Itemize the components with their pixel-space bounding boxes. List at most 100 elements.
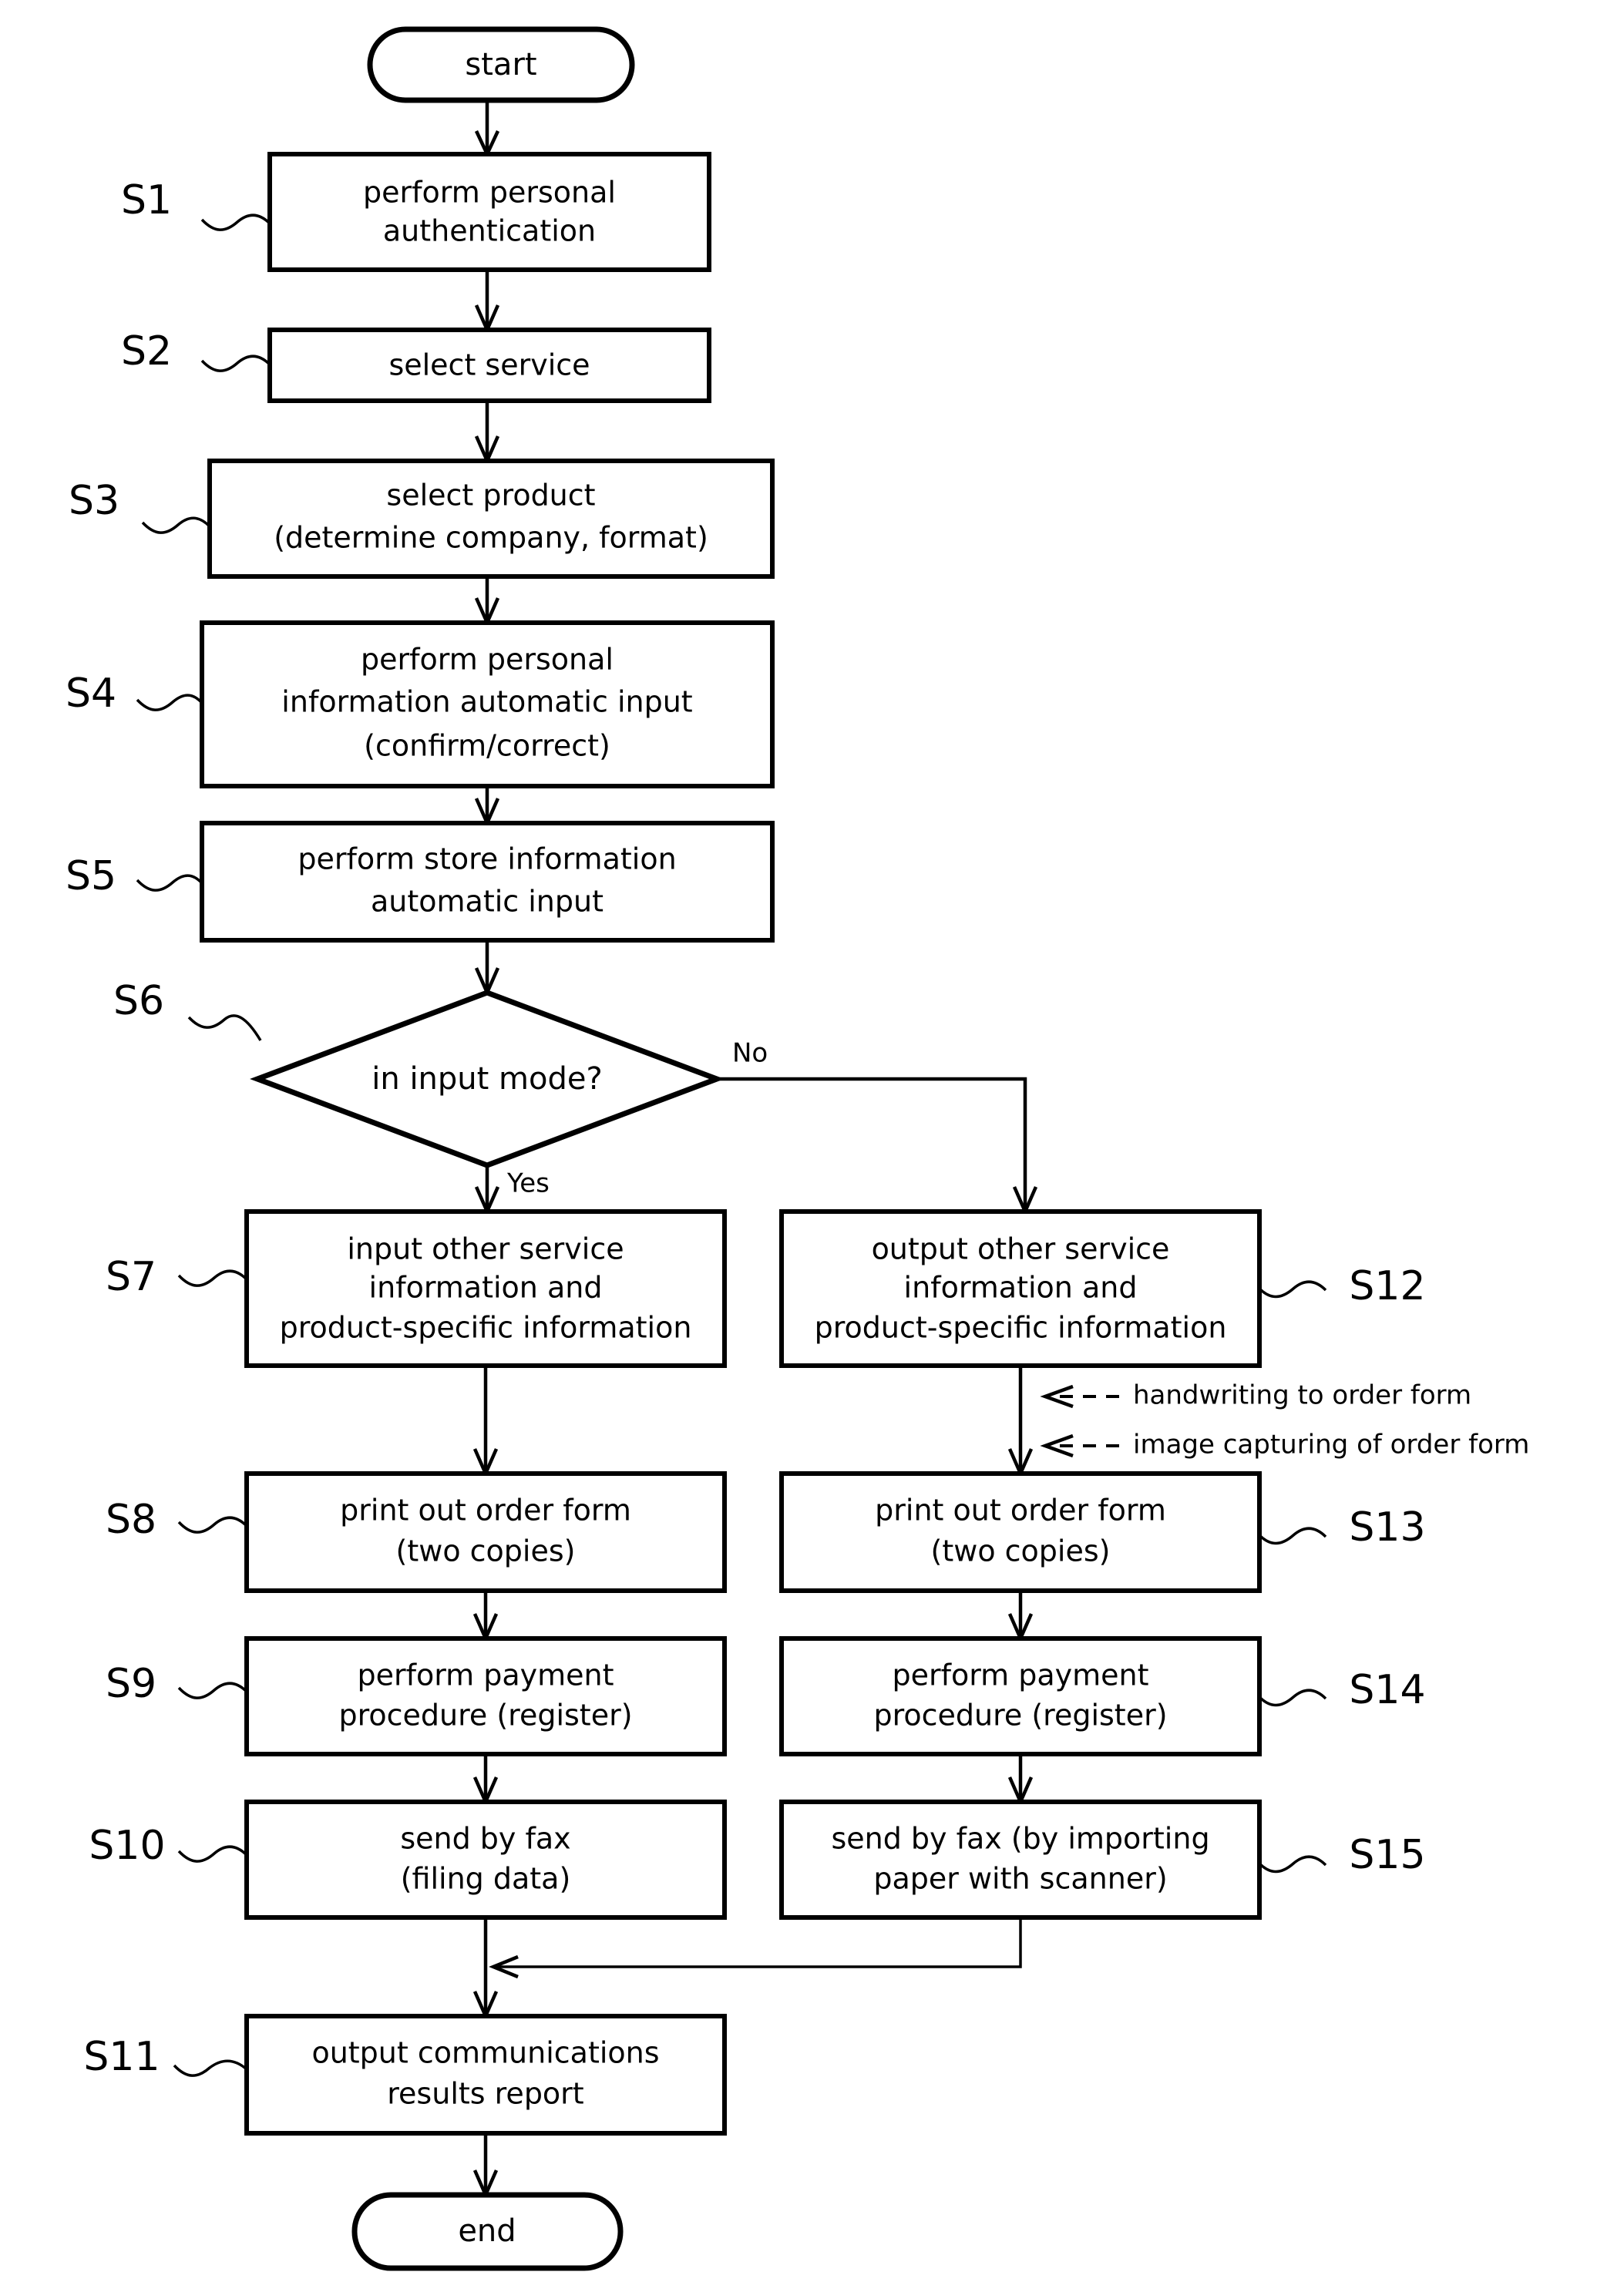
- s12-step-tag: S12: [1349, 1263, 1425, 1309]
- s3-squiggle-leader: [141, 516, 211, 534]
- connector-start-to-s1: [474, 100, 500, 159]
- s13-squiggle-leader: [1258, 1527, 1327, 1545]
- node-s3: select product (determine company, forma…: [69, 459, 775, 579]
- s13-line-1: (two copies): [931, 1534, 1111, 1568]
- s12-line-1: information and: [904, 1271, 1138, 1305]
- branch-label-no: No: [732, 1038, 768, 1069]
- s6-decision-label: in input mode?: [372, 1061, 602, 1097]
- s14-squiggle-leader: [1258, 1689, 1327, 1707]
- s5-line-1: automatic input: [371, 885, 604, 919]
- annotation-handwriting: handwriting to order form: [1040, 1380, 1471, 1411]
- s13-line-0: print out order form: [875, 1494, 1166, 1527]
- s10-line-0: send by fax: [400, 1822, 570, 1856]
- s9-line-1: procedure (register): [338, 1699, 632, 1733]
- s3-line-0: select product: [386, 479, 595, 513]
- node-s1: perform personal authentication S1: [121, 152, 711, 272]
- s11-line-1: results report: [387, 2077, 583, 2111]
- s13-step-tag: S13: [1349, 1504, 1425, 1551]
- s11-squiggle-leader: [173, 2059, 248, 2077]
- s11-step-tag: S11: [83, 2034, 160, 2080]
- s2-line-0: select service: [388, 348, 590, 382]
- s5-squiggle-leader: [136, 874, 203, 892]
- s8-line-0: print out order form: [340, 1494, 631, 1527]
- node-s9: perform payment procedure (register) S9: [106, 1636, 727, 1756]
- s5-line-0: perform store information: [298, 842, 676, 876]
- node-s11: output communications results report S11: [83, 2014, 727, 2136]
- branch-label-yes: Yes: [506, 1168, 550, 1199]
- s7-squiggle-leader: [177, 1269, 248, 1287]
- s7-line-2: product-specific information: [280, 1311, 692, 1345]
- node-s10: send by fax (filing data) S10: [89, 1800, 727, 1920]
- s10-step-tag: S10: [89, 1823, 165, 1869]
- s7-step-tag: S7: [106, 1254, 156, 1300]
- s3-step-tag: S3: [69, 478, 119, 524]
- connector-s15-merge: [489, 1917, 1022, 1979]
- s15-line-1: paper with scanner): [873, 1862, 1167, 1896]
- s15-box-shape: [779, 1800, 1262, 1920]
- connector-s9-to-s10: [472, 1754, 499, 1806]
- s10-squiggle-leader: [177, 1845, 248, 1863]
- node-s13: print out order form (two copies) S13: [779, 1471, 1426, 1593]
- s10-line-1: (filing data): [401, 1862, 571, 1896]
- s11-box-shape: [244, 2014, 727, 2136]
- s15-squiggle-leader: [1258, 1855, 1327, 1874]
- node-s15: send by fax (by importing paper with sca…: [779, 1800, 1426, 1920]
- s14-box-shape: [779, 1636, 1262, 1756]
- s8-box-shape: [244, 1471, 727, 1593]
- s13-box-shape: [779, 1471, 1262, 1593]
- s2-squiggle-leader: [200, 355, 271, 372]
- s6-squiggle-leader: [187, 1014, 262, 1041]
- s8-line-1: (two copies): [396, 1534, 576, 1568]
- s14-line-1: procedure (register): [873, 1699, 1167, 1733]
- node-s2: select service S2: [121, 328, 711, 403]
- s5-box-shape: [200, 821, 775, 943]
- node-s7: input other service information and prod…: [106, 1209, 727, 1368]
- s7-line-0: input other service: [347, 1232, 624, 1266]
- s4-line-0: perform personal: [361, 643, 614, 677]
- connector-s14-to-s15: [1007, 1754, 1034, 1806]
- s9-line-0: perform payment: [357, 1659, 614, 1692]
- node-s6-decision: in input mode? S6: [113, 978, 725, 1168]
- connector-s5-to-s6: [474, 940, 500, 997]
- connector-s7-to-s8: [472, 1366, 499, 1478]
- s3-line-1: (determine company, format): [274, 521, 708, 555]
- s1-squiggle-leader: [200, 213, 271, 231]
- flowchart-svg: start perform personal authentication S1…: [66, 26, 1529, 2271]
- connector-s11-to-end: [472, 2133, 499, 2200]
- connector-s8-to-s9: [472, 1591, 499, 1643]
- s10-box-shape: [244, 1800, 727, 1920]
- s8-step-tag: S8: [106, 1497, 156, 1543]
- s1-line-0: perform personal: [363, 176, 616, 210]
- s2-step-tag: S2: [121, 328, 172, 375]
- s4-squiggle-leader: [136, 694, 203, 711]
- node-s4: perform personal information automatic i…: [66, 620, 775, 788]
- node-end: end: [351, 2192, 624, 2271]
- start-terminal-label: start: [465, 47, 536, 82]
- s4-line-1: information automatic input: [281, 685, 692, 719]
- s1-box-shape: [267, 152, 711, 272]
- s12-squiggle-leader: [1258, 1280, 1327, 1299]
- s12-line-0: output other service: [872, 1232, 1170, 1266]
- s15-step-tag: S15: [1349, 1832, 1425, 1878]
- s14-step-tag: S14: [1349, 1667, 1425, 1713]
- annotation-image-capturing-text: image capturing of order form: [1133, 1430, 1529, 1460]
- s15-line-0: send by fax (by importing: [831, 1822, 1209, 1856]
- connector-s2-to-s3: [474, 401, 500, 465]
- s14-line-0: perform payment: [892, 1659, 1148, 1692]
- connector-s13-to-s14: [1007, 1591, 1034, 1643]
- connector-s3-to-s4: [474, 576, 500, 627]
- s4-line-2: (confirm/correct): [364, 729, 610, 763]
- connector-s6-no: No: [717, 1038, 1038, 1216]
- node-s14: perform payment procedure (register) S14: [779, 1636, 1426, 1756]
- node-start: start: [367, 26, 635, 103]
- s1-line-1: authentication: [383, 214, 596, 248]
- s9-step-tag: S9: [106, 1661, 156, 1707]
- annotation-handwriting-text: handwriting to order form: [1133, 1380, 1471, 1411]
- connector-s6-yes: Yes: [474, 1165, 550, 1216]
- s11-line-0: output communications: [311, 2036, 659, 2070]
- connector-s12-to-s13: [1007, 1366, 1034, 1478]
- node-s12: output other service information and pro…: [779, 1209, 1426, 1368]
- connector-s1-to-s2: [474, 270, 500, 334]
- s12-line-2: product-specific information: [815, 1311, 1227, 1345]
- s5-step-tag: S5: [66, 853, 116, 899]
